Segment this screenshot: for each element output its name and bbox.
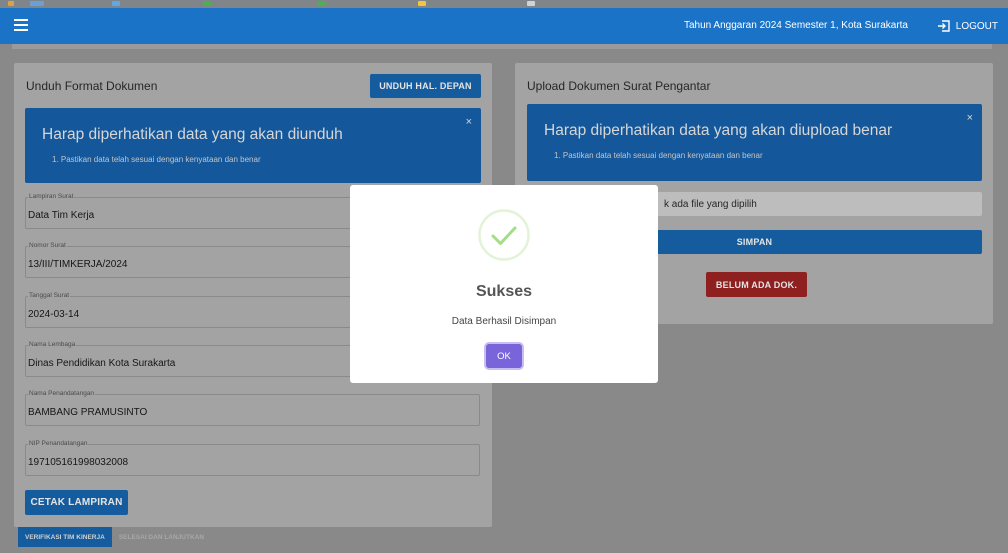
- field-value: Dinas Pendidikan Kota Surakarta: [28, 358, 176, 369]
- top-panel-edge: [12, 44, 992, 49]
- bookmark-icon[interactable]: [8, 1, 14, 6]
- field-label: Nama Penandatangan: [28, 390, 96, 398]
- field-label: Nomor Surat: [28, 242, 67, 250]
- field-label: Nama Lembaga: [28, 341, 77, 349]
- field-label: Lampiran Surat: [28, 193, 75, 201]
- bookmark-icon[interactable]: [318, 1, 326, 6]
- alert-title: Harap diperhatikan data yang akan diundu…: [42, 126, 343, 143]
- browser-bookmark-strip: [0, 0, 1008, 8]
- dialog-title: Sukses: [475, 283, 533, 300]
- logout-icon: [937, 20, 950, 32]
- field-value: 13/III/TIMKERJA/2024: [28, 259, 128, 270]
- logout-button[interactable]: LOGOUT: [937, 16, 998, 36]
- alert-title: Harap diperhatikan data yang akan diuplo…: [544, 122, 893, 139]
- field-value: 2024-03-14: [28, 309, 80, 320]
- signatory-nip-field[interactable]: NIP Penandatangan 197105161998032008: [25, 440, 480, 476]
- close-icon[interactable]: ×: [967, 112, 973, 124]
- download-front-page-button[interactable]: UNDUH HAL. DEPAN: [370, 74, 481, 98]
- card-title: Unduh Format Dokumen: [26, 79, 158, 93]
- print-attachment-button[interactable]: CETAK LAMPIRAN: [25, 490, 128, 515]
- signatory-name-field[interactable]: Nama Penandatangan BAMBANG PRAMUSINTO: [25, 390, 480, 426]
- field-value: 197105161998032008: [28, 457, 129, 468]
- download-alert: Harap diperhatikan data yang akan diundu…: [25, 108, 481, 183]
- bookmark-icon[interactable]: [203, 1, 211, 6]
- step-tabs: VERIFIKASI TIM KINERJA SELESAI DAN LANJU…: [18, 527, 211, 547]
- tab-verifikasi-tim-kinerja[interactable]: VERIFIKASI TIM KINERJA: [18, 527, 112, 547]
- fiscal-year-info: Tahun Anggaran 2024 Semester 1, Kota Sur…: [683, 20, 908, 31]
- bookmark-icon[interactable]: [30, 1, 44, 6]
- field-value: Data Tim Kerja: [28, 210, 95, 221]
- hamburger-menu-icon[interactable]: [14, 19, 28, 31]
- no-document-button[interactable]: BELUM ADA DOK.: [706, 272, 807, 297]
- ok-button[interactable]: OK: [486, 344, 522, 368]
- file-status-text: k ada file yang dipilih: [664, 199, 757, 210]
- card-title: Upload Dokumen Surat Pengantar: [527, 79, 711, 93]
- upload-alert: Harap diperhatikan data yang akan diuplo…: [527, 104, 982, 181]
- logout-label: LOGOUT: [955, 20, 998, 32]
- alert-item: 1. Pastikan data telah sesuai dengan ken…: [554, 151, 763, 160]
- bookmark-icon[interactable]: [527, 1, 535, 6]
- bookmark-icon[interactable]: [112, 1, 120, 6]
- dialog-message: Data Berhasil Disimpan: [451, 316, 557, 327]
- bookmark-icon[interactable]: [418, 1, 426, 6]
- tab-selesai-dan-lanjutkan[interactable]: SELESAI DAN LANJUTKAN: [112, 527, 211, 547]
- alert-item: 1. Pastikan data telah sesuai dengan ken…: [52, 155, 261, 164]
- field-value: BAMBANG PRAMUSINTO: [28, 407, 148, 418]
- success-dialog: Sukses Data Berhasil Disimpan OK: [350, 185, 658, 383]
- app-bar: Tahun Anggaran 2024 Semester 1, Kota Sur…: [0, 8, 1008, 44]
- close-icon[interactable]: ×: [466, 116, 472, 128]
- field-label: NIP Penandatangan: [28, 440, 89, 448]
- field-label: Tanggal Surat: [28, 292, 71, 300]
- success-check-icon: [478, 209, 530, 261]
